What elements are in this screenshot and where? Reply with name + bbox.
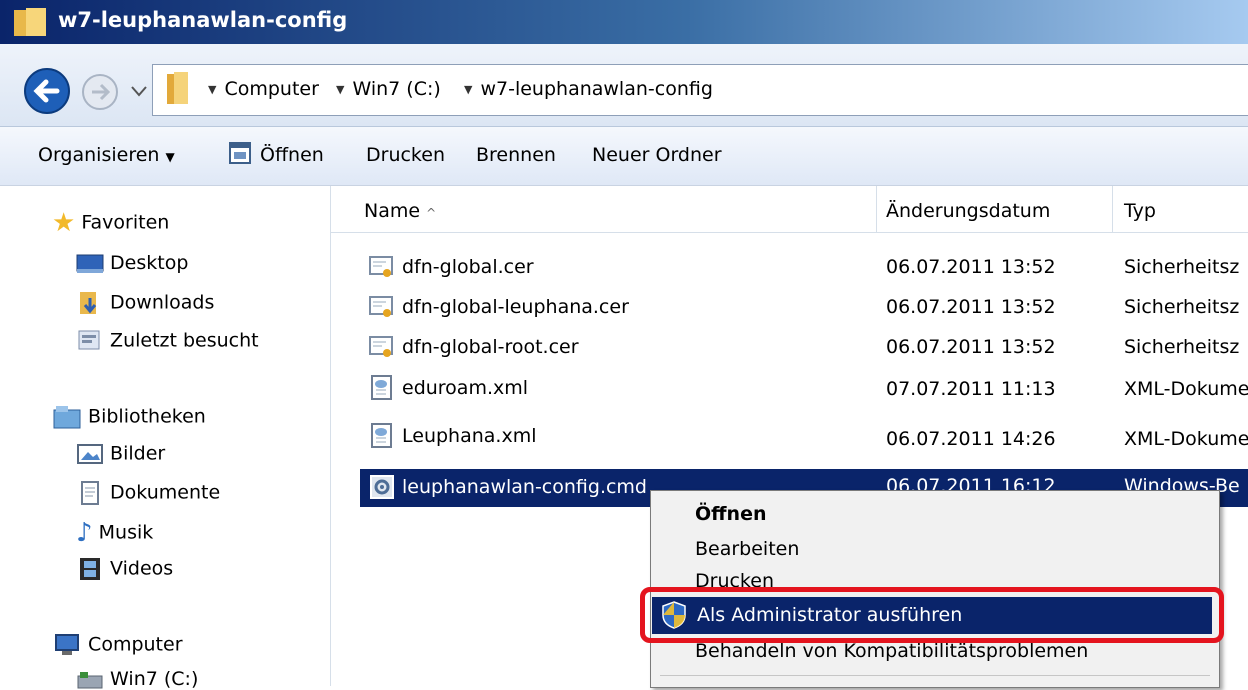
file-type: Sicherheitsz (1124, 256, 1240, 278)
column-header-date[interactable]: Änderungsdatum (886, 200, 1050, 222)
file-name: dfn-global-root.cer (402, 336, 579, 358)
menu-separator (660, 675, 1210, 676)
file-date: 07.07.2011 11:13 (886, 378, 1056, 400)
certificate-icon (369, 256, 393, 277)
nav-documents[interactable]: Dokumente (76, 480, 220, 506)
libraries-icon (53, 406, 81, 429)
file-date: 06.07.2011 14:26 (886, 428, 1056, 450)
file-type: XML-Dokume (1124, 378, 1248, 400)
xml-file-icon (371, 423, 392, 448)
file-type: Sicherheitsz (1124, 296, 1240, 318)
file-date: 06.07.2011 13:52 (886, 256, 1056, 278)
nav-videos[interactable]: Videos (76, 556, 173, 582)
open-icon (229, 142, 251, 164)
history-dropdown-icon[interactable] (130, 84, 148, 98)
nav-downloads[interactable]: Downloads (76, 290, 214, 316)
folder-icon (14, 8, 46, 36)
file-type: XML-Dokume (1124, 428, 1248, 450)
column-header-type[interactable]: Typ (1124, 200, 1156, 222)
open-button[interactable]: Öffnen (260, 144, 324, 166)
drive-icon (77, 671, 103, 688)
file-date: 06.07.2011 13:52 (886, 336, 1056, 358)
column-header-row (331, 186, 1248, 233)
menu-item-open[interactable]: Öffnen (695, 503, 766, 525)
certificate-icon (369, 336, 393, 357)
computer-icon (55, 634, 79, 655)
highlight-annotation-box (640, 587, 1224, 643)
column-header-name[interactable]: Name ^ (364, 200, 436, 222)
file-name: Leuphana.xml (402, 425, 537, 447)
nav-drive-c[interactable]: Win7 (C:) (76, 668, 198, 690)
desktop-icon (76, 254, 104, 273)
file-name: dfn-global-leuphana.cer (402, 296, 629, 318)
table-row[interactable]: dfn-global-root.cer 06.07.2011 13:52 Sic… (360, 334, 1248, 368)
nav-music[interactable]: ♪ Musik (76, 518, 153, 548)
music-note-icon: ♪ (76, 518, 93, 548)
menu-item-edit[interactable]: Bearbeiten (695, 538, 799, 560)
menu-item-troubleshoot-compatibility[interactable]: Behandeln von Kompatibilitätsproblemen (695, 640, 1088, 662)
new-folder-button[interactable]: Neuer Ordner (592, 144, 722, 166)
file-type: Sicherheitsz (1124, 336, 1240, 358)
documents-icon (81, 481, 99, 505)
organize-button[interactable]: Organisieren ▼ (38, 144, 175, 166)
print-button[interactable]: Drucken (366, 144, 445, 166)
nav-computer[interactable]: Computer (52, 632, 183, 658)
file-name: eduroam.xml (402, 377, 529, 399)
table-row[interactable]: dfn-global-leuphana.cer 06.07.2011 13:52… (360, 294, 1248, 328)
downloads-icon (80, 292, 97, 314)
nav-desktop[interactable]: Desktop (76, 252, 188, 274)
nav-recent[interactable]: Zuletzt besucht (76, 328, 259, 354)
column-separator[interactable] (1112, 186, 1113, 232)
table-row[interactable]: dfn-global.cer 06.07.2011 13:52 Sicherhe… (360, 254, 1248, 288)
table-row[interactable]: Leuphana.xml 06.07.2011 14:26 XML-Dokume (360, 422, 1248, 460)
column-separator[interactable] (876, 186, 877, 232)
file-name: dfn-global.cer (402, 256, 534, 278)
recent-places-icon (78, 330, 100, 350)
nav-libraries[interactable]: Bibliotheken (52, 404, 206, 430)
forward-button[interactable] (80, 72, 124, 112)
file-name: leuphanawlan-config.cmd (402, 476, 647, 498)
file-date: 06.07.2011 13:52 (886, 296, 1056, 318)
address-folder-icon (167, 72, 188, 104)
table-row[interactable]: eduroam.xml 07.07.2011 11:13 XML-Dokume (360, 374, 1248, 412)
burn-button[interactable]: Brennen (476, 144, 556, 166)
breadcrumb-drive[interactable]: ▼ Win7 (C:) (336, 78, 441, 100)
nav-favorites[interactable]: ★ Favoriten (52, 208, 169, 238)
star-icon: ★ (52, 208, 76, 238)
pictures-icon (77, 444, 103, 464)
breadcrumb-folder[interactable]: ▼ w7-leuphanawlan-config (464, 78, 713, 100)
batch-file-icon (370, 475, 394, 499)
back-button[interactable] (22, 66, 84, 116)
xml-file-icon (371, 375, 392, 400)
videos-icon (80, 558, 100, 580)
nav-pictures[interactable]: Bilder (76, 442, 165, 466)
certificate-icon (369, 296, 393, 317)
window-title: w7-leuphanawlan-config (58, 8, 348, 32)
breadcrumb-computer[interactable]: ▼ Computer (208, 78, 319, 100)
